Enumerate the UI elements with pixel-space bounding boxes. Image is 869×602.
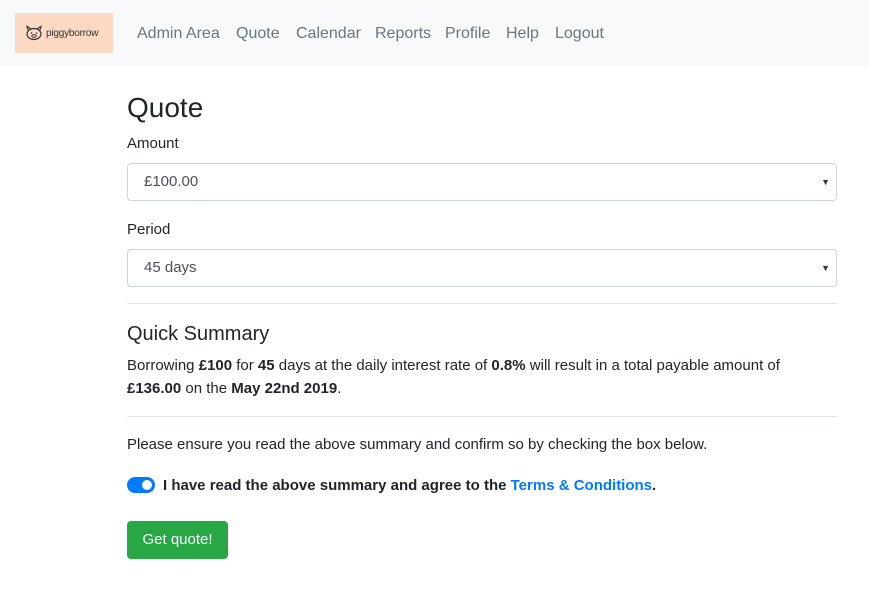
toggle-knob: [142, 480, 152, 490]
period-select[interactable]: 45 days ▼: [127, 249, 837, 287]
amount-value: £100.00: [144, 173, 199, 190]
summary-total: £136.00: [127, 380, 182, 397]
period-label: Period: [127, 221, 171, 238]
brand-logo[interactable]: piggyborrow: [15, 13, 113, 53]
caret-down-icon: ▼: [821, 263, 830, 273]
get-quote-button[interactable]: Get quote!: [127, 521, 228, 559]
navbar: piggyborrow Admin Area Quote Calendar Re…: [0, 0, 869, 66]
nav-reports[interactable]: Reports: [375, 24, 431, 43]
caret-down-icon: ▼: [821, 177, 830, 187]
summary-title: Quick Summary: [127, 323, 270, 345]
agree-label: I have read the above summary and agree …: [163, 477, 657, 494]
confirm-note: Please ensure you read the above summary…: [127, 436, 708, 453]
summary-date: May 22nd 2019: [231, 380, 338, 397]
divider: [127, 303, 837, 304]
amount-label: Amount: [127, 135, 179, 152]
nav-help[interactable]: Help: [506, 24, 539, 43]
divider: [127, 416, 837, 417]
agree-toggle[interactable]: [127, 477, 155, 493]
nav-profile[interactable]: Profile: [445, 24, 490, 43]
summary-rate: 0.8%: [491, 357, 526, 374]
terms-link[interactable]: Terms & Conditions: [511, 477, 652, 494]
nav-quote[interactable]: Quote: [236, 24, 280, 43]
period-value: 45 days: [144, 259, 197, 276]
nav-calendar[interactable]: Calendar: [296, 24, 361, 43]
page-title: Quote: [127, 92, 204, 123]
summary-text: Borrowing £100 for 45 days at the daily …: [127, 357, 780, 397]
nav-logout[interactable]: Logout: [555, 24, 604, 43]
amount-select[interactable]: £100.00 ▼: [127, 163, 837, 201]
nav-admin-area[interactable]: Admin Area: [137, 24, 220, 43]
summary-amount: £100: [198, 357, 233, 374]
pig-icon: [26, 25, 42, 41]
brand-name: piggyborrow: [46, 27, 99, 39]
summary-days: 45: [257, 357, 275, 374]
